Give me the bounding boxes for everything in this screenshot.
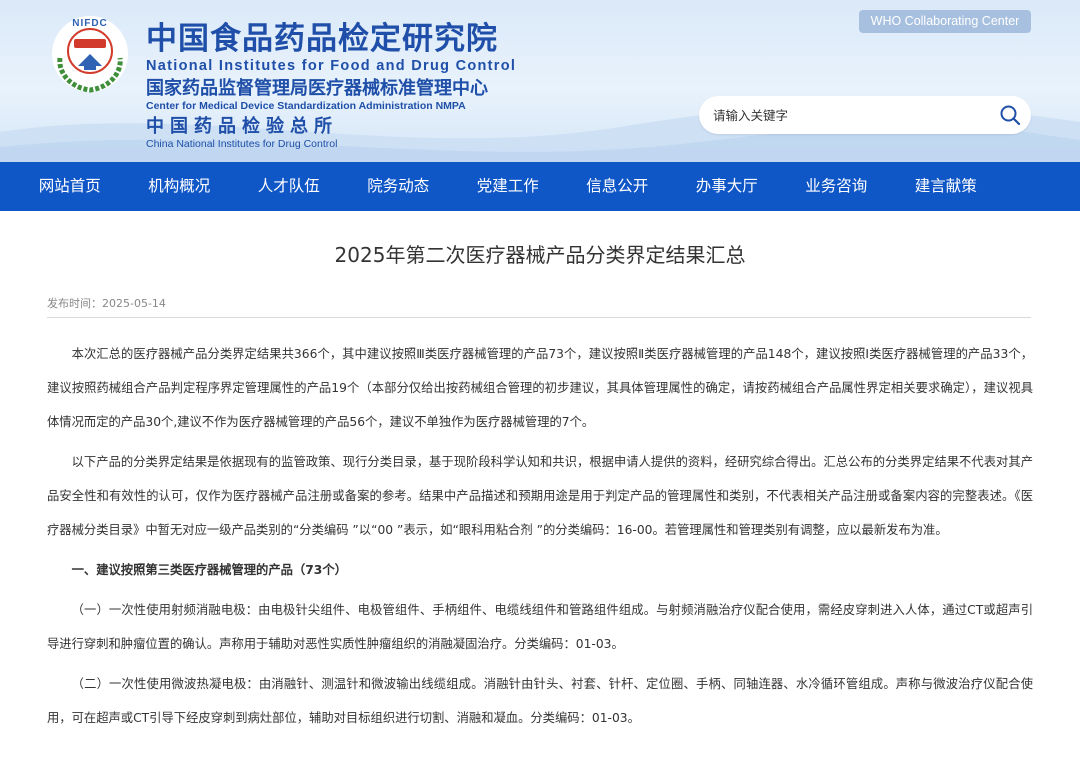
institution-titles: 中国食品药品检定研究院 National Institutes for Food… (146, 20, 516, 150)
nav-item-talent[interactable]: 人才队伍 (234, 162, 344, 211)
publish-date: 发布时间：2025-05-14 (47, 297, 166, 310)
institute-name-cn: 中国药品检验总所 (146, 116, 338, 137)
nav-item-home[interactable]: 网站首页 (15, 162, 125, 211)
main-nav: 网站首页 机构概况 人才队伍 院务动态 党建工作 信息公开 办事大厅 业务咨询 … (0, 162, 1080, 211)
svg-text:NIFDC: NIFDC (72, 18, 108, 29)
center-name-cn: 国家药品监督管理局医疗器械标准管理中心 (146, 78, 488, 99)
product-item: （一）一次性使用射频消融电极：由电极针尖组件、电极管组件、手柄组件、电缆线组件和… (47, 603, 1033, 651)
institution-name-cn: 中国食品药品检定研究院 (146, 21, 498, 57)
search-input[interactable] (713, 102, 983, 128)
product-item: （二）一次性使用微波热凝电极：由消融针、测温针和微波输出线缆组成。消融针由针头、… (47, 677, 1033, 725)
institute-name-en: China National Institutes for Drug Contr… (146, 138, 338, 150)
institution-name-en: National Institutes for Food and Drug Co… (146, 58, 517, 74)
who-collaborating-center-badge[interactable]: WHO Collaborating Center (859, 10, 1031, 33)
paragraph-disclaimer: 以下产品的分类界定结果是依据现有的监管政策、现行分类目录，基于现阶段科学认知和共… (47, 455, 1033, 537)
nav-item-disclosure[interactable]: 信息公开 (563, 162, 673, 211)
nav-item-suggestions[interactable]: 建言献策 (891, 162, 1001, 211)
center-name-en: Center for Medical Device Standardizatio… (146, 100, 466, 112)
nav-item-news[interactable]: 院务动态 (344, 162, 454, 211)
nav-item-party[interactable]: 党建工作 (453, 162, 563, 211)
nav-item-services[interactable]: 办事大厅 (672, 162, 782, 211)
title-divider (47, 317, 1031, 318)
nifdc-logo-icon[interactable]: NIFDC (50, 14, 130, 94)
nav-item-consulting[interactable]: 业务咨询 (782, 162, 892, 211)
site-header: NIFDC 中国食品药品检定研究院 National Institutes fo… (0, 0, 1080, 162)
article-title: 2025年第二次医疗器械产品分类界定结果汇总 (334, 243, 746, 267)
section-heading-class-iii: 一、建议按照第三类医疗器械管理的产品（73个） (71, 563, 347, 577)
nav-item-organization[interactable]: 机构概况 (125, 162, 235, 211)
paragraph-summary: 本次汇总的医疗器械产品分类界定结果共366个，其中建议按照Ⅲ类医疗器械管理的产品… (47, 347, 1033, 429)
search-box (699, 96, 1031, 134)
search-icon[interactable] (999, 104, 1021, 126)
article-body: 本次汇总的医疗器械产品分类界定结果共366个，其中建议按照Ⅲ类医疗器械管理的产品… (47, 337, 1033, 735)
